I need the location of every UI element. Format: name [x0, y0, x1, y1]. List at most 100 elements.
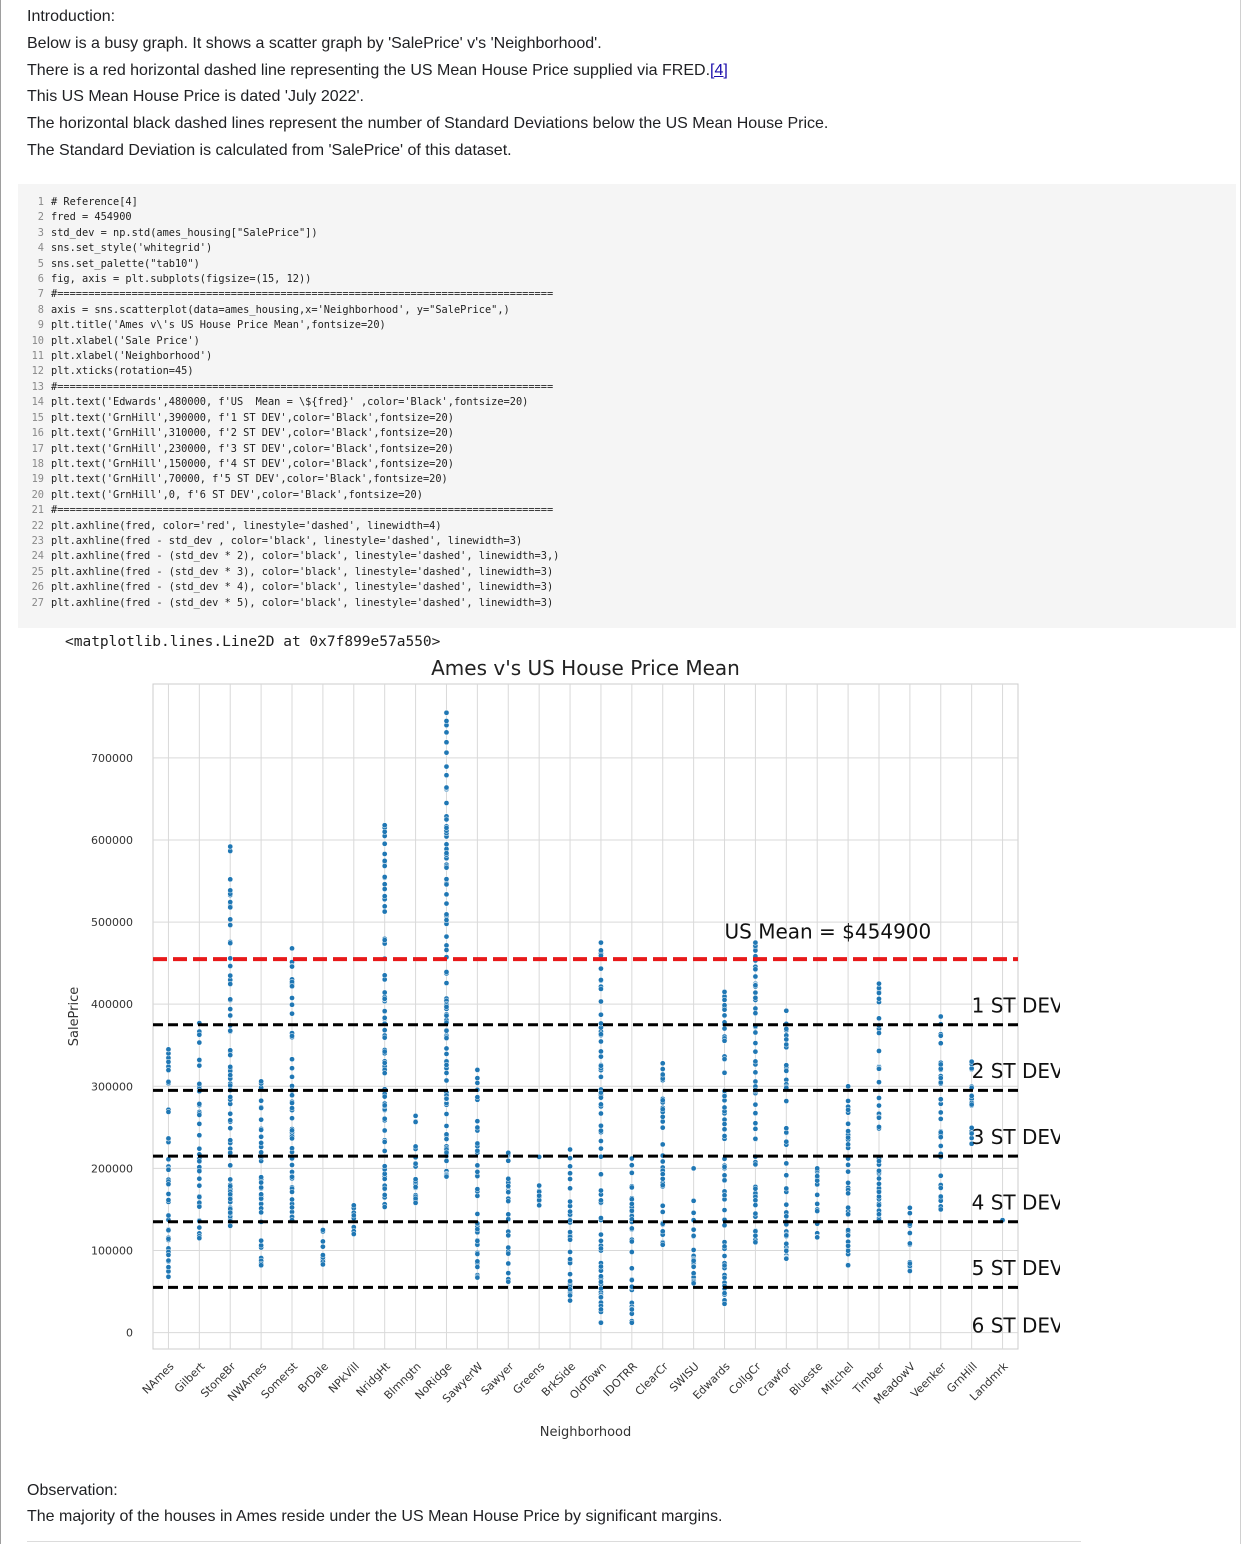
data-point: [752, 1197, 759, 1204]
data-point: [289, 1010, 295, 1017]
data-point: [876, 1079, 882, 1085]
data-point: [289, 1065, 295, 1072]
data-point: [412, 1112, 419, 1119]
data-point: [258, 1127, 264, 1133]
data-point: [783, 1240, 790, 1247]
data-point: [659, 1209, 666, 1215]
data-point: [721, 989, 728, 995]
code-line: 8 axis = sns.scatterplot(data=ames_housin…: [28, 303, 559, 318]
data-point: [567, 1170, 573, 1177]
code-text: plt.title('Ames v\'s US House Price Mean…: [51, 319, 386, 332]
data-point: [474, 1094, 481, 1100]
data-point: [752, 1048, 759, 1055]
data-point: [598, 965, 604, 972]
data-point: [165, 1166, 172, 1173]
data-point: [598, 1094, 604, 1101]
data-point: [659, 1228, 666, 1235]
data-point: [659, 1060, 666, 1067]
data-point: [474, 1211, 481, 1217]
data-point: [227, 1072, 234, 1078]
data-point: [227, 940, 234, 946]
data-point: [783, 1232, 790, 1239]
data-point: [598, 1319, 604, 1326]
y-tick-label: 0: [126, 1327, 133, 1340]
data-point: [598, 1263, 604, 1270]
data-point: [227, 1006, 234, 1012]
data-point: [227, 955, 234, 962]
data-point: [937, 1185, 944, 1191]
data-point: [907, 1204, 913, 1211]
data-point: [690, 1263, 697, 1270]
code-text: plt.text('GrnHill',390000, f'1 ST DEV',c…: [51, 411, 454, 424]
data-point: [505, 1232, 512, 1239]
code-text: plt.axhline(fred, color='red', linestyle…: [51, 519, 442, 532]
data-point: [876, 1114, 882, 1121]
code-text: plt.text('GrnHill',310000, f'2 ST DEV',c…: [51, 427, 454, 440]
data-point: [443, 824, 450, 831]
data-point: [845, 1232, 851, 1239]
data-point: [876, 1095, 882, 1101]
data-point: [598, 1101, 604, 1108]
line-number: 4: [37, 242, 44, 255]
data-point: [258, 1149, 264, 1156]
code-text: plt.xlabel('Neighborhood'): [51, 350, 213, 363]
code-text: #=======================================…: [51, 288, 554, 301]
data-point: [412, 1160, 419, 1167]
annotation-label: 6 ST DEV: [972, 1314, 1060, 1338]
data-point: [876, 1211, 882, 1218]
reference-link[interactable]: [4]: [710, 62, 728, 79]
data-point: [443, 1027, 450, 1034]
data-point: [598, 986, 604, 992]
data-point: [876, 1202, 882, 1209]
data-point: [443, 881, 450, 888]
data-point: [876, 1124, 882, 1130]
code-text: sns.set_palette("tab10"): [51, 257, 200, 270]
annotation-label: 1 ST DEV: [972, 993, 1060, 1017]
data-point: [412, 1143, 419, 1150]
data-point: [412, 1200, 419, 1206]
code-line: 1 # Reference[4]: [28, 195, 559, 210]
code-line: 25 plt.axhline(fred - (std_dev * 3), colo…: [28, 565, 559, 580]
data-point: [381, 851, 388, 857]
data-point: [443, 864, 450, 871]
data-point: [443, 969, 450, 975]
annotation-label: 2 ST DEV: [972, 1059, 1060, 1083]
data-point: [474, 1162, 481, 1169]
data-point: [381, 1027, 388, 1033]
data-point: [289, 1204, 295, 1211]
data-point: [289, 1033, 295, 1039]
data-point: [443, 1070, 450, 1076]
data-point: [320, 1227, 326, 1233]
data-point: [845, 1134, 851, 1141]
code-cell[interactable]: 1 # Reference[4] 2 fred = 454900 3 std_dev = …: [18, 184, 1236, 628]
data-point: [598, 1145, 604, 1152]
data-point: [227, 1125, 234, 1132]
cell-divider: [27, 1541, 1081, 1542]
data-point: [443, 1045, 450, 1052]
line-number: 7: [37, 288, 44, 301]
data-point: [443, 1123, 450, 1129]
data-point: [598, 1127, 604, 1134]
data-point: [443, 1158, 450, 1164]
data-point: [505, 1211, 512, 1218]
data-point: [598, 1306, 604, 1313]
data-point: [567, 1146, 573, 1153]
data-point: [165, 1046, 172, 1053]
data-point: [443, 800, 450, 806]
data-point: [381, 972, 388, 979]
data-point: [598, 1294, 604, 1301]
data-point: [443, 709, 450, 716]
data-point: [876, 995, 882, 1002]
data-point: [907, 1268, 913, 1274]
line-number: 20: [31, 488, 44, 501]
data-point: [165, 1257, 172, 1264]
data-point: [258, 1116, 264, 1123]
data-point: [567, 1185, 573, 1192]
code-block[interactable]: 1 # Reference[4] 2 fred = 454900 3 std_dev = …: [28, 195, 560, 611]
data-point: [443, 1035, 450, 1041]
data-point: [845, 1179, 851, 1186]
data-point: [752, 1101, 759, 1108]
data-point: [165, 1212, 172, 1219]
data-point: [598, 1110, 604, 1117]
data-point: [258, 1262, 264, 1269]
